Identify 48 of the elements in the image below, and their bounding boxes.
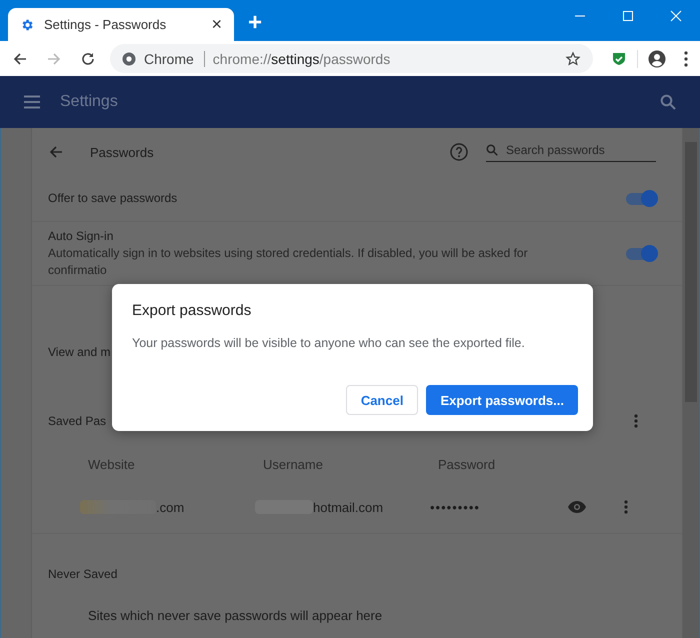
back-icon[interactable] (12, 50, 28, 66)
site-label: Chrome (144, 50, 205, 66)
cancel-button[interactable]: Cancel (346, 385, 418, 415)
settings-title: Settings (60, 93, 118, 111)
setting-label: Offer to save passwords (48, 190, 178, 207)
dialog-message: Your passwords will be visible to anyone who can see the exported file. (132, 336, 526, 350)
more-icon[interactable] (634, 414, 638, 428)
scrollbar[interactable] (683, 128, 699, 638)
close-tab-button[interactable]: × (211, 14, 222, 35)
address-bar[interactable]: Chrome chrome://settings/passwords (110, 44, 593, 73)
search-field[interactable]: Search passwords (486, 142, 656, 162)
password-cell: ••••••••• (430, 500, 480, 514)
menu-icon[interactable] (684, 50, 688, 66)
forward-icon[interactable] (46, 50, 62, 66)
reload-icon[interactable] (80, 50, 96, 66)
gear-icon (20, 18, 34, 32)
column-header: Password (438, 457, 496, 474)
eye-icon[interactable] (568, 501, 586, 513)
table-cell: hotmail.com (313, 500, 384, 514)
maximize-icon[interactable] (622, 10, 634, 22)
export-button[interactable]: Export passwords... (426, 385, 578, 415)
setting-description: Automatically sign in to websites using stored credentials. If disabled, you will be asked for (48, 245, 528, 262)
tab-title: Settings - Passwords (44, 17, 168, 32)
chrome-logo-icon (122, 52, 136, 66)
column-header: Username (263, 457, 324, 474)
shield-extension-icon[interactable] (611, 50, 627, 66)
column-header: Website (88, 457, 136, 474)
url-text: chrome://settings/passwords (212, 50, 390, 66)
profile-icon[interactable] (648, 50, 666, 68)
page-title: Passwords (90, 144, 154, 160)
more-icon[interactable] (624, 500, 628, 514)
new-tab-button[interactable]: + (248, 9, 262, 37)
table-cell: .com (156, 500, 184, 514)
view-label: View and m (48, 345, 110, 359)
browser-tab[interactable]: Settings - Passwords × (8, 8, 234, 41)
setting-description: confirmatio (48, 262, 107, 279)
toggle-switch[interactable] (626, 248, 656, 260)
dialog-title: Export passwords (132, 302, 252, 319)
toggle-switch[interactable] (626, 192, 656, 204)
section-title: Saved Pas (48, 414, 106, 428)
help-icon[interactable] (450, 143, 468, 161)
empty-message: Sites which never save passwords will appear here (88, 608, 382, 623)
search-icon (486, 144, 498, 156)
search-icon[interactable] (660, 94, 676, 110)
close-icon[interactable] (670, 10, 682, 22)
setting-label: Auto Sign-in (48, 228, 114, 245)
section-title: Never Saved (48, 567, 118, 581)
star-icon[interactable] (565, 50, 581, 66)
